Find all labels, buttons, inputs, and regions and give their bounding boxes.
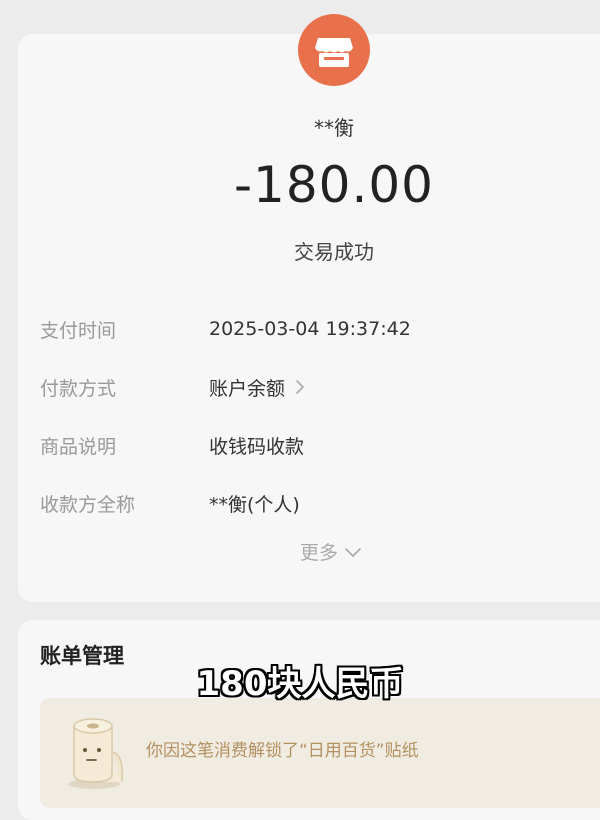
detail-label: 支付时间 xyxy=(40,319,117,342)
more-label: 更多 xyxy=(300,542,339,564)
toilet-paper-icon xyxy=(68,718,124,789)
sticker-unlock-banner[interactable]: 你因这笔消费解锁了“日用百货”贴纸 xyxy=(40,698,600,808)
chevron-right-icon xyxy=(296,380,304,394)
video-caption: 180块人民币 xyxy=(196,664,404,704)
detail-row-payee-name: 收款方全称 **衡(个人) xyxy=(40,488,300,518)
store-icon xyxy=(315,38,353,67)
detail-row-item-desc: 商品说明 收钱码收款 xyxy=(40,430,304,460)
merchant-name: **衡 xyxy=(314,116,354,140)
merchant-avatar[interactable] xyxy=(298,14,370,86)
detail-value: 账户余额 xyxy=(209,377,286,400)
detail-label: 付款方式 xyxy=(40,377,117,400)
detail-value: 2025-03-04 19:37:42 xyxy=(209,318,411,340)
transaction-amount: -180.00 xyxy=(234,156,434,214)
transaction-status: 交易成功 xyxy=(294,240,374,264)
sticker-banner-text: 你因这笔消费解锁了“日用百货”贴纸 xyxy=(146,741,419,761)
chevron-down-icon xyxy=(345,547,361,557)
detail-label: 商品说明 xyxy=(40,435,117,458)
detail-value: 收钱码收款 xyxy=(209,435,305,458)
detail-value: **衡(个人) xyxy=(209,493,300,516)
detail-value-wrap[interactable]: 账户余额 xyxy=(209,374,305,401)
detail-row-payment-method[interactable]: 付款方式 账户余额 xyxy=(40,372,305,402)
more-button[interactable]: 更多 xyxy=(300,538,362,565)
detail-row-pay-time: 支付时间 2025-03-04 19:37:42 xyxy=(40,314,411,344)
detail-label: 收款方全称 xyxy=(40,493,136,516)
